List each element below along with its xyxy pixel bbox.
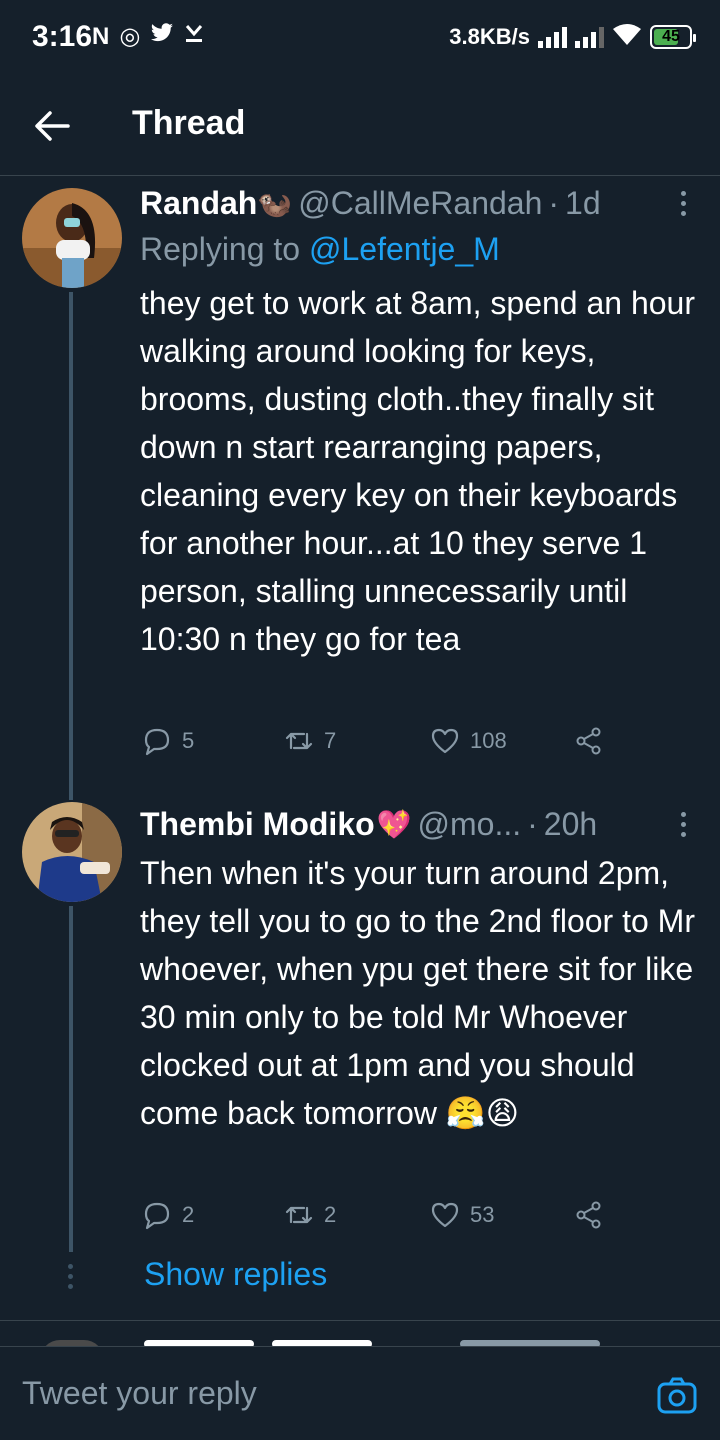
tweet-actions: 2 2 53	[140, 1200, 620, 1236]
heart-icon	[431, 1202, 459, 1228]
share-button[interactable]	[574, 1200, 604, 1230]
avatar[interactable]	[22, 802, 122, 902]
tweet-text: Then when it's your turn around 2pm, the…	[140, 855, 695, 1131]
tweet-timestamp[interactable]: 20h	[544, 806, 597, 843]
more-options-icon[interactable]	[668, 806, 698, 842]
like-count: 53	[470, 1202, 495, 1227]
author-name[interactable]: Thembi Modiko	[140, 806, 375, 843]
retweet-count: 2	[324, 1202, 337, 1227]
tweet-header: Thembi Modiko 💖 @mo... · 20h	[140, 802, 698, 846]
retweet-icon	[285, 1206, 313, 1224]
reply-count: 2	[182, 1202, 195, 1227]
reply-composer-bar	[0, 1346, 720, 1440]
camera-icon[interactable]	[656, 1375, 698, 1417]
retweet-button[interactable]: 2	[284, 1200, 336, 1230]
tweet-thembi[interactable]: Thembi Modiko 💖 @mo... · 20h Then when i…	[0, 0, 720, 1320]
reply-button[interactable]: 2	[142, 1200, 194, 1230]
author-handle[interactable]: @mo...	[418, 806, 522, 843]
tweet-reply-input[interactable]	[22, 1375, 582, 1412]
thread-connector-line	[69, 906, 73, 1252]
show-replies-link[interactable]: Show replies	[144, 1256, 327, 1293]
like-button[interactable]: 53	[430, 1200, 494, 1230]
reply-icon	[144, 1202, 170, 1230]
divider	[0, 1320, 720, 1321]
more-replies-dots-icon	[68, 1264, 73, 1289]
twitter-thread-screen: 3:16 N ◎ 3.8KB/s 45 Thread Randah 🦦 @Cal…	[0, 0, 720, 1440]
sparkling-heart-emoji: 💖	[376, 808, 412, 840]
share-icon	[576, 1201, 601, 1229]
